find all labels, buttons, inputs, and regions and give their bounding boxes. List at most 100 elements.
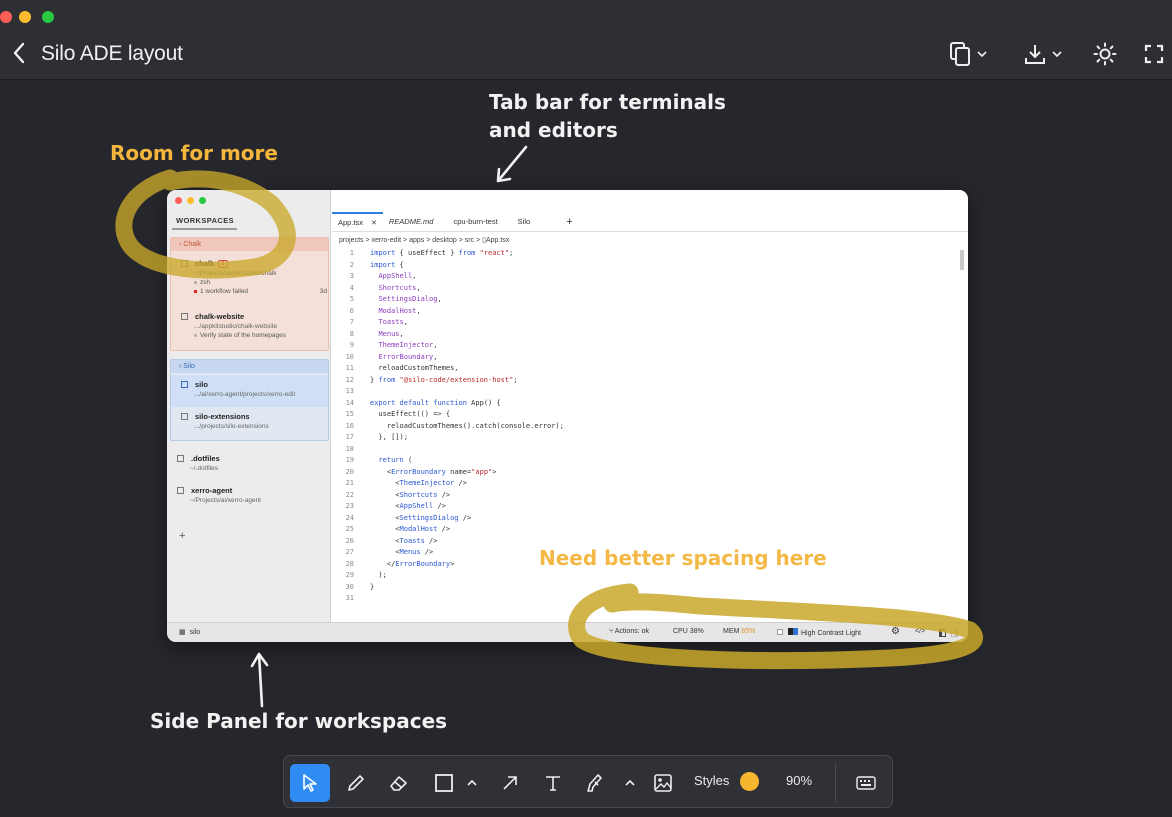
code-line[interactable]: } from "@silo-code/extension-host"; [370,375,518,387]
pencil-tool-button[interactable] [336,764,376,802]
chevron-up-icon [625,779,635,786]
tab-bar: App.tsx ✕ README.md cpu-burn-test Silo + [332,212,968,232]
code-line[interactable]: import { useEffect } from "react"; [370,248,513,260]
code-line[interactable]: <SettingsDialog /> [370,513,471,525]
eraser-tool-button[interactable] [378,764,418,802]
breadcrumb-item[interactable]: xerro-edit [372,237,402,244]
add-workspace-button[interactable]: + [179,530,185,542]
marker-circle-room[interactable] [110,160,310,290]
cursor-icon [303,774,317,792]
text-icon [546,776,560,791]
code-line[interactable]: }, []); [370,432,408,444]
code-line[interactable]: ); [370,570,386,582]
line-number: 29 [345,571,354,579]
highlighter-icon [587,774,602,792]
arrow-down-left-icon[interactable] [490,143,530,187]
code-line[interactable]: <ModalHost /> [370,524,450,536]
tab-app-tsx[interactable]: App.tsx ✕ [332,212,383,231]
breadcrumb-item[interactable]: App.tsx [486,237,509,244]
select-tool-button[interactable] [290,764,330,802]
tab-bar-annotation-line2[interactable]: and editors [489,118,618,142]
code-line[interactable]: <ThemeInjector /> [370,478,467,490]
workspace-path: .../appkitstudio/chalk-website [194,323,278,330]
code-line[interactable]: AppShell, [370,271,416,283]
styles-label[interactable]: Styles [694,773,729,788]
line-number: 4 [349,283,354,292]
line-number: 25 [345,525,354,533]
image-tool-button[interactable] [643,764,683,802]
breadcrumb-item[interactable]: projects [339,237,364,244]
code-line[interactable]: useEffect(() => { [370,409,450,421]
code-line[interactable]: <Shortcuts /> [370,490,450,502]
code-line[interactable]: import { [370,260,404,272]
arrow-tool-button[interactable] [490,764,530,802]
workspace-item-silo-extensions[interactable]: silo-extensions .../projects/silo-extens… [181,412,327,430]
code-line[interactable]: reloadCustomThemes().catch(console.error… [370,421,564,433]
new-tab-button[interactable]: + [536,212,578,231]
code-line[interactable]: <ErrorBoundary name="app"> [370,467,497,479]
zoom-window-button[interactable] [42,11,54,23]
arrow-up-icon[interactable] [248,648,274,710]
code-line[interactable]: Menus, [370,329,403,341]
copy-icon [950,42,970,66]
keyboard-shortcuts-button[interactable] [846,764,886,802]
close-tab-icon[interactable]: ✕ [371,219,377,227]
code-line[interactable]: ThemeInjector, [370,340,437,352]
code-line[interactable]: <Toasts /> [370,536,437,548]
breadcrumb-item[interactable]: desktop [432,237,457,244]
fullscreen-button[interactable] [1143,40,1165,68]
code-line[interactable]: SettingsDialog, [370,294,441,306]
line-number: 2 [349,260,354,269]
status-workspace[interactable]: ▦ silo [179,628,200,636]
theme-toggle-button[interactable] [1093,40,1117,68]
code-line[interactable]: <Menus /> [370,547,433,559]
image-icon [654,774,672,792]
tab-readme[interactable]: README.md [383,212,440,231]
workspace-item-chalk-website[interactable]: chalk-website .../appkitstudio/chalk-web… [181,312,327,339]
tab-cpu-burn-test[interactable]: cpu-burn-test [439,212,503,231]
highlighter-options-button[interactable] [618,764,642,802]
workspace-item-xerro-agent[interactable]: xerro-agent ~/Projects/ai/xerro-agent [177,486,323,504]
shape-options-button[interactable] [460,764,484,802]
line-number: 3 [349,272,354,280]
zoom-level[interactable]: 90% [786,773,812,788]
close-window-button[interactable] [0,11,12,23]
code-line[interactable]: export default function App() { [370,398,501,410]
workspace-meta: Verify state of the homepages [194,332,327,339]
spacing-annotation[interactable]: Need better spacing here [539,546,827,570]
tab-bar-annotation-line1[interactable]: Tab bar for terminals [489,90,726,114]
export-menu-button[interactable] [1023,40,1063,68]
text-tool-button[interactable] [533,764,573,802]
editor-scrollbar[interactable] [960,250,964,270]
chevron-down-icon [977,51,987,58]
chevron-left-icon [13,42,25,64]
eraser-icon [390,776,407,791]
side-panel-annotation[interactable]: Side Panel for workspaces [150,709,447,733]
highlighter-tool-button[interactable] [576,764,616,802]
code-line[interactable]: <AppShell /> [370,501,446,513]
breadcrumb-item[interactable]: src [465,237,474,244]
title-bar: Silo ADE layout [0,0,1172,80]
code-line[interactable]: ModalHost, [370,306,420,318]
breadcrumb-item[interactable]: apps [409,237,424,244]
group-header-silo[interactable]: › Silo [171,360,328,373]
workspace-item-dotfiles[interactable]: .dotfiles ~/.dotfiles [177,454,323,472]
marker-circle-spacing[interactable] [560,578,990,670]
line-number: 27 [345,548,354,556]
tab-silo[interactable]: Silo [504,212,537,231]
rectangle-tool-button[interactable] [424,764,464,802]
duplicate-menu-button[interactable] [948,40,988,68]
code-line[interactable]: ErrorBoundary, [370,352,437,364]
workspace-item-silo[interactable]: silo .../ai/xerro-agent/projects/xerro-e… [171,375,328,407]
code-line[interactable]: reloadCustomThemes, [370,363,458,375]
code-line[interactable]: Toasts, [370,317,408,329]
download-icon [1025,45,1045,64]
code-line[interactable]: </ErrorBoundary> [370,559,454,571]
minimize-window-button[interactable] [19,11,31,23]
code-line[interactable]: Shortcuts, [370,283,420,295]
workspace-icon [181,413,188,420]
back-button[interactable] [8,38,30,68]
style-color-swatch[interactable] [740,772,759,791]
code-line[interactable]: return ( [370,455,412,467]
code-line[interactable]: } [370,582,374,594]
